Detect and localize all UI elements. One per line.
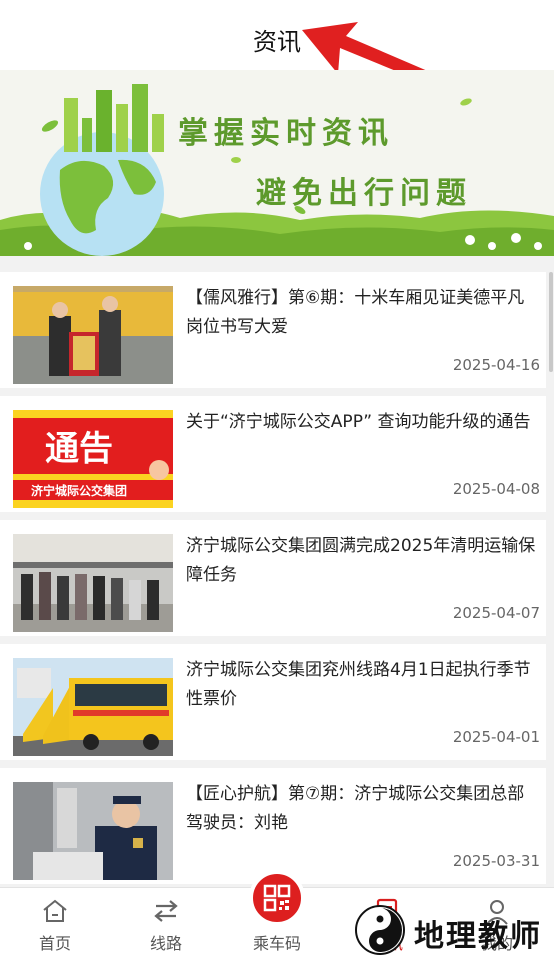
- banner-slogan-line1: 掌握实时资讯: [178, 116, 394, 151]
- news-item[interactable]: 【匠心护航】第⑦期：济宁城际公交集团总部驾驶员：刘艳 2025-03-31: [0, 768, 546, 884]
- news-item[interactable]: 济宁城际公交集团兖州线路4月1日起执行季节性票价 2025-04-01: [0, 644, 546, 760]
- news-item[interactable]: 济宁城际公交集团圆满完成2025年清明运输保障任务 2025-04-07: [0, 520, 546, 636]
- notice-thumb-subtext: 济宁城际公交集团: [31, 483, 127, 498]
- news-list[interactable]: 【儒风雅行】第⑥期：十米车厢见证美德平凡岗位书写大爱 2025-04-16 通告…: [0, 272, 554, 887]
- tab-routes[interactable]: 线路: [121, 888, 211, 957]
- news-thumbnail: [13, 534, 173, 632]
- news-date: 2025-04-07: [452, 604, 540, 622]
- news-date: 2025-03-31: [452, 852, 540, 870]
- news-title: 济宁城际公交集团兖州线路4月1日起执行季节性票价: [186, 660, 531, 709]
- news-banner[interactable]: 掌握实时资讯 避免出行问题: [0, 70, 554, 256]
- news-list-scrollbar[interactable]: [549, 272, 553, 372]
- watermark-text: 地理教师: [414, 919, 542, 954]
- tab-ride-code[interactable]: 乘车码: [232, 870, 322, 957]
- banner-slogan-line2: 避免出行问题: [256, 176, 472, 211]
- news-date: 2025-04-16: [452, 356, 540, 374]
- news-item[interactable]: 【儒风雅行】第⑥期：十米车厢见证美德平凡岗位书写大爱 2025-04-16: [0, 272, 546, 388]
- tab-ride-code-label: 乘车码: [252, 934, 301, 953]
- news-thumbnail: 通告 济宁城际公交集团: [13, 410, 173, 508]
- news-thumbnail: [13, 782, 173, 880]
- watermark-logo-icon: [355, 905, 405, 955]
- tab-home[interactable]: 首页: [10, 888, 100, 957]
- notice-thumb-text: 通告: [45, 429, 113, 469]
- ride-code-button[interactable]: [249, 870, 305, 926]
- qr-code-icon: [263, 884, 291, 912]
- news-date: 2025-04-01: [452, 728, 540, 746]
- news-title: 关于“济宁城际公交APP” 查询功能升级的通告: [186, 412, 531, 432]
- banner-illustration: [0, 84, 554, 256]
- news-date: 2025-04-08: [452, 480, 540, 498]
- watermark: 地理教师: [352, 903, 554, 957]
- home-icon: [43, 899, 67, 922]
- news-title: 济宁城际公交集团圆满完成2025年清明运输保障任务: [186, 536, 536, 585]
- top-header: 资讯: [0, 0, 554, 112]
- news-item[interactable]: 通告 济宁城际公交集团 关于“济宁城际公交APP” 查询功能升级的通告 2025…: [0, 396, 546, 512]
- tab-routes-label: 线路: [149, 934, 182, 953]
- news-title: 【匠心护航】第⑦期：济宁城际公交集团总部驾驶员：刘艳: [186, 784, 525, 833]
- news-title: 【儒风雅行】第⑥期：十米车厢见证美德平凡岗位书写大爱: [186, 288, 525, 337]
- news-thumbnail: [13, 286, 173, 384]
- tab-home-label: 首页: [38, 934, 71, 953]
- news-thumbnail: [13, 658, 173, 756]
- route-switch-icon: [154, 900, 178, 922]
